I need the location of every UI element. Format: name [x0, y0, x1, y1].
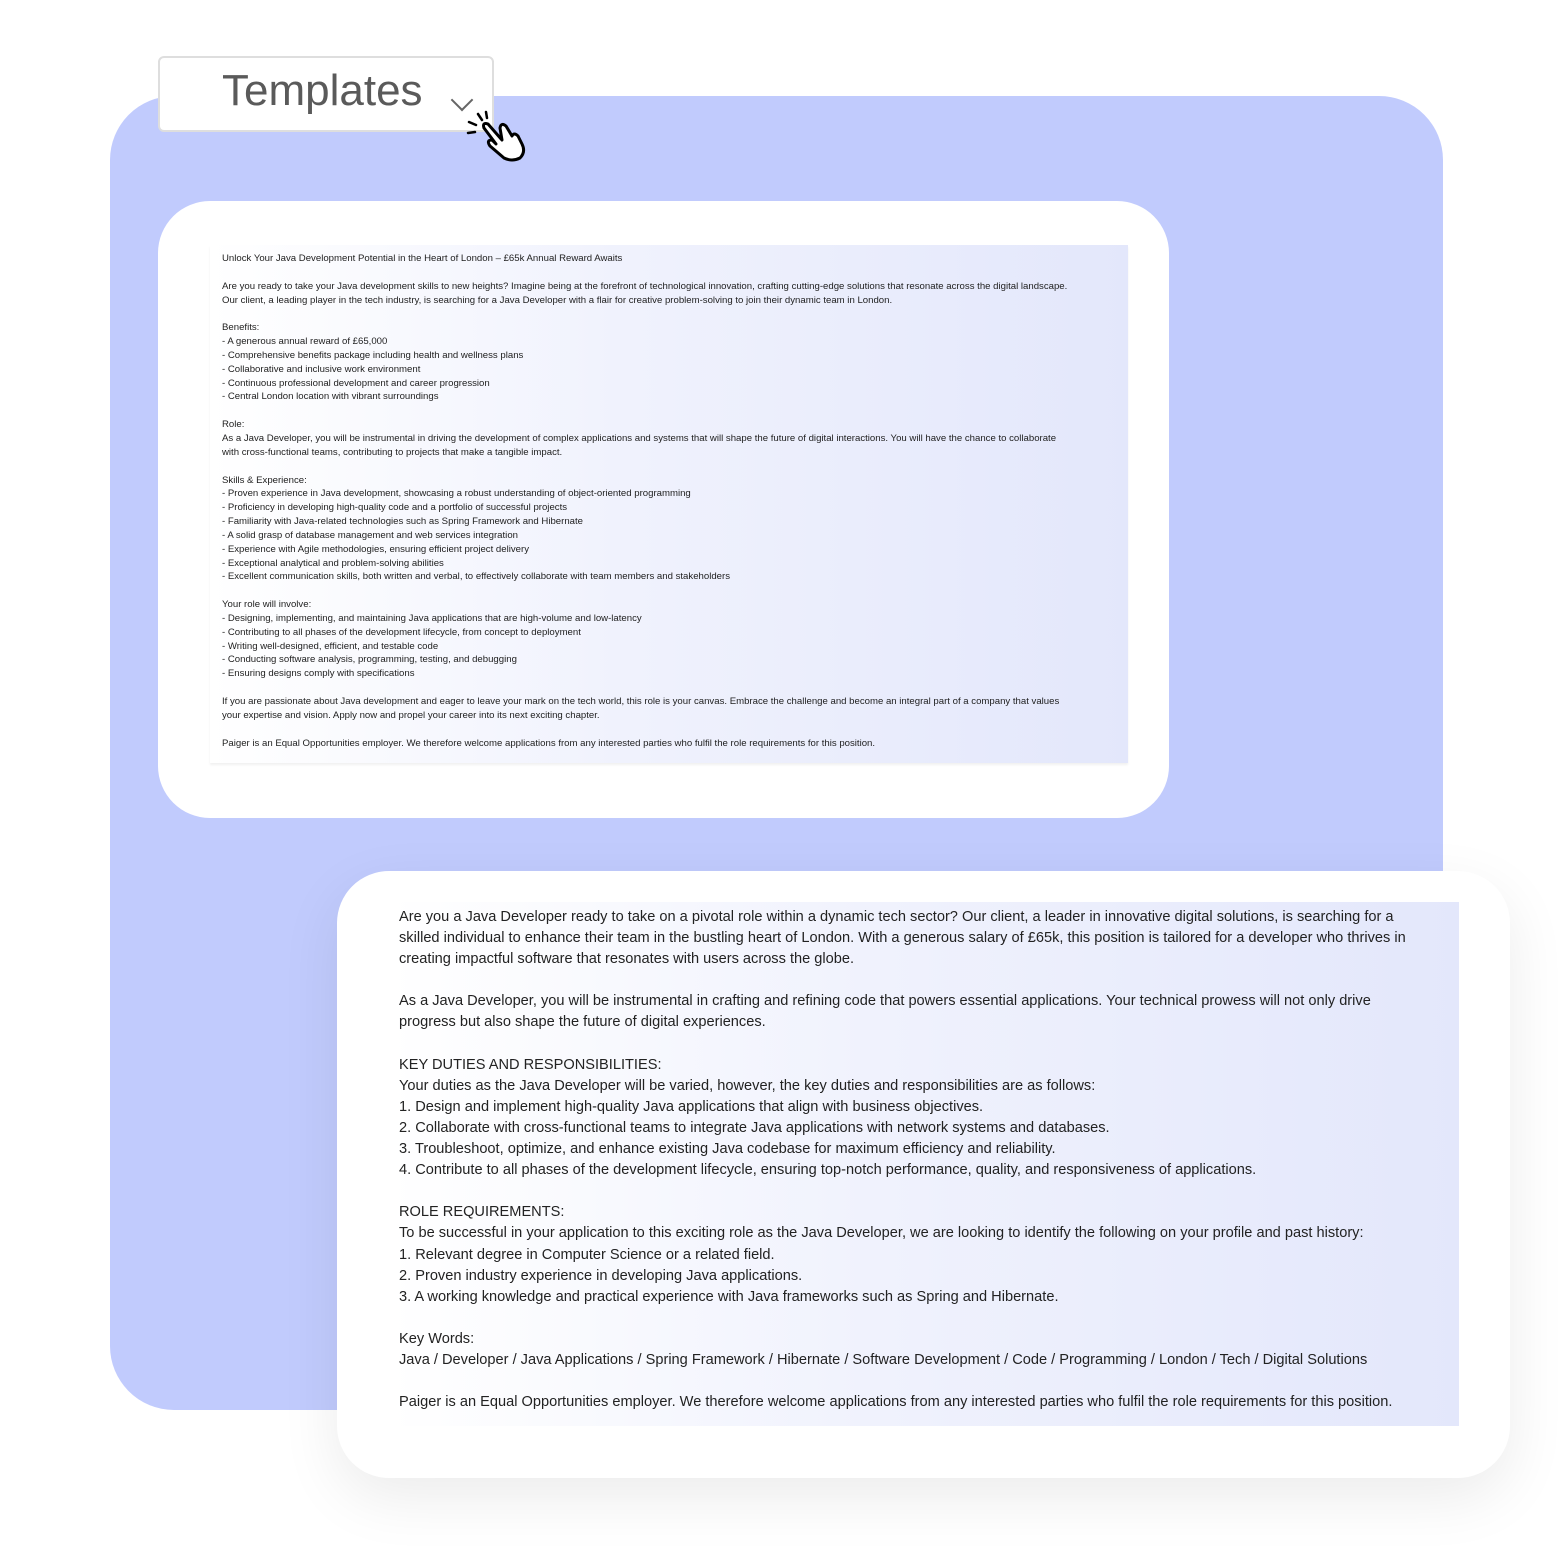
- document-line: Role:: [222, 419, 245, 431]
- document-line: - Contributing to all phases of the deve…: [222, 626, 581, 638]
- original-document: Unlock Your Java Development Potential i…: [210, 245, 1128, 763]
- document-line: Unlock Your Java Development Potential i…: [222, 253, 623, 264]
- templated-job-description-card: Are you a Java Developer ready to take o…: [337, 871, 1510, 1478]
- document-line: KEY DUTIES AND RESPONSIBILITIES:: [399, 1056, 662, 1073]
- document-line: Your duties as the Java Developer will b…: [399, 1077, 1096, 1094]
- document-line: Java / Developer / Java Applications / S…: [399, 1351, 1368, 1368]
- document-line: - A generous annual reward of £65,000: [222, 336, 388, 348]
- document-line: - Collaborative and inclusive work envir…: [222, 363, 421, 375]
- document-line: 4. Contribute to all phases of the devel…: [399, 1162, 1257, 1179]
- document-line: - Exceptional analytical and problem-sol…: [222, 557, 444, 569]
- document-line: 3. Troubleshoot, optimize, and enhance e…: [399, 1141, 1056, 1158]
- document-line: - Designing, implementing, and maintaini…: [222, 612, 642, 624]
- document-line: Key Words:: [399, 1330, 475, 1347]
- document-line: progress but also shape the future of di…: [399, 1014, 766, 1031]
- document-line: - Familiarity with Java-related technolo…: [222, 516, 583, 528]
- document-line: Your role will involve:: [222, 599, 312, 611]
- document-line: 1. Relevant degree in Computer Science o…: [399, 1246, 775, 1263]
- document-line: Skills & Experience:: [222, 474, 307, 486]
- document-line: creating impactful software that resonat…: [399, 951, 855, 968]
- pointer-hand-click-icon: [466, 110, 526, 162]
- document-line: - Writing well-designed, efficient, and …: [222, 640, 439, 652]
- document-line: - Ensuring designs comply with specifica…: [222, 668, 415, 680]
- document-line: If you are passionate about Java develop…: [222, 696, 1060, 707]
- document-line: ROLE REQUIREMENTS:: [399, 1204, 565, 1221]
- document-line: Are you a Java Developer ready to take o…: [399, 909, 1394, 925]
- document-line: skilled individual to enhance their team…: [399, 930, 1406, 947]
- document-line: Our client, a leading player in the tech…: [222, 294, 893, 306]
- document-line: As a Java Developer, you will be instrum…: [399, 993, 1371, 1010]
- document-line: - Proficiency in developing high-quality…: [222, 502, 568, 514]
- document-line: - A solid grasp of database management a…: [222, 529, 518, 541]
- document-line: 1. Design and implement high-quality Jav…: [399, 1098, 984, 1115]
- document-line: - Excellent communication skills, both w…: [222, 571, 730, 583]
- document-line: - Proven experience in Java development,…: [222, 488, 691, 500]
- document-line: - Central London location with vibrant s…: [222, 391, 439, 403]
- document-line: - Conducting software analysis, programm…: [222, 654, 517, 666]
- templates-dropdown[interactable]: Templates: [158, 56, 494, 132]
- document-line: Paiger is an Equal Opportunities employe…: [399, 1394, 1393, 1411]
- stage: Unlock Your Java Development Potential i…: [0, 0, 1563, 1563]
- document-line: 3. A working knowledge and practical exp…: [399, 1288, 1059, 1305]
- document-line: To be successful in your application to …: [399, 1225, 1364, 1242]
- templated-document: Are you a Java Developer ready to take o…: [390, 902, 1459, 1426]
- original-job-description-card: Unlock Your Java Development Potential i…: [158, 201, 1169, 818]
- document-line: - Experience with Agile methodologies, e…: [222, 543, 529, 555]
- document-line: Benefits:: [222, 322, 260, 334]
- document-line: your expertise and vision. Apply now and…: [222, 709, 600, 721]
- document-line: with cross-functional teams, contributin…: [222, 446, 563, 458]
- document-line: - Comprehensive benefits package includi…: [222, 349, 524, 361]
- document-line: 2. Proven industry experience in develop…: [399, 1267, 803, 1284]
- document-line: 2. Collaborate with cross-functional tea…: [399, 1119, 1110, 1136]
- document-line: - Continuous professional development an…: [222, 377, 490, 389]
- document-line: Are you ready to take your Java developm…: [222, 280, 1068, 292]
- templates-dropdown-label: Templates: [222, 66, 423, 115]
- document-line: Paiger is an Equal Opportunities employe…: [222, 737, 876, 749]
- document-line: As a Java Developer, you will be instrum…: [222, 432, 1057, 444]
